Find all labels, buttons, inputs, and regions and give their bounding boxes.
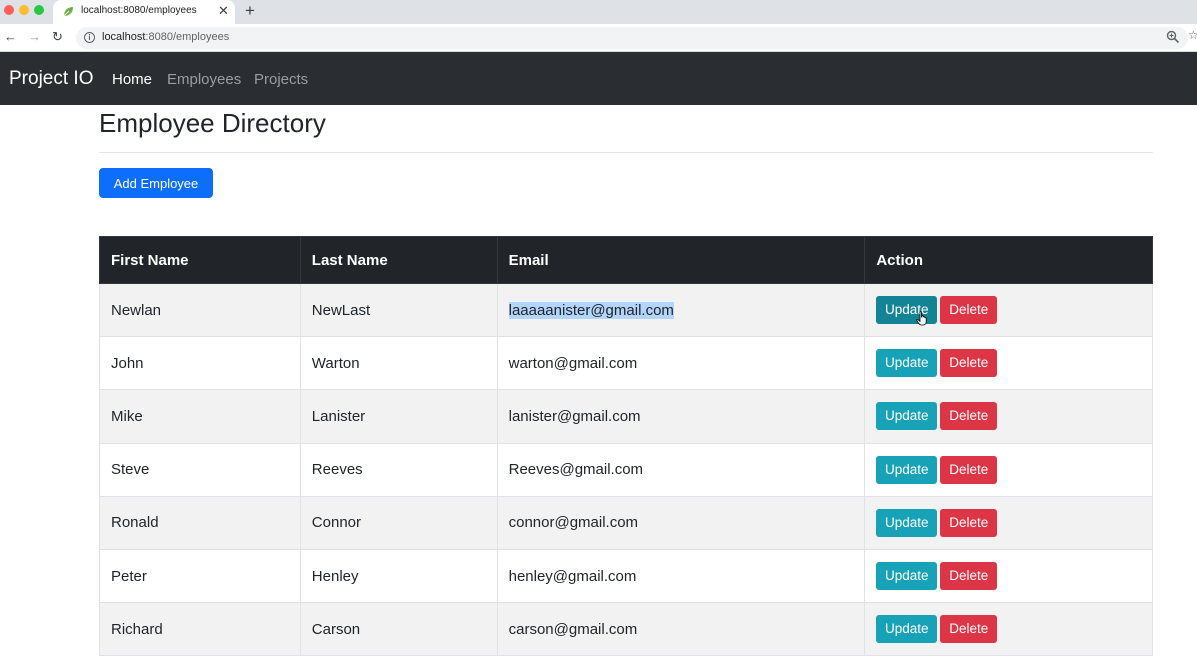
tab-title: localhost:8080/employees <box>81 5 197 16</box>
cell-last-name: Warton <box>299 336 498 391</box>
address-url[interactable]: localhost:8080/employees <box>102 31 229 43</box>
header-first-name: First Name <box>99 236 301 284</box>
browser-toolbar: ← → ↻ i localhost:8080/employees ☆ <box>0 24 1197 52</box>
update-button[interactable]: Update <box>876 455 938 484</box>
header-action: Action <box>864 236 1153 284</box>
delete-button[interactable]: Delete <box>940 296 998 325</box>
cell-email: Reeves@gmail.com <box>496 442 866 497</box>
cell-email: lanister@gmail.com <box>496 389 866 444</box>
cell-last-name: NewLast <box>299 282 498 338</box>
url-path: :8080/employees <box>145 31 230 43</box>
cell-actions: Update Delete <box>864 548 1153 604</box>
update-button[interactable]: Update <box>876 508 938 537</box>
header-last-name: Last Name <box>299 236 498 284</box>
update-button[interactable]: Update <box>876 349 938 378</box>
update-button[interactable]: Update <box>876 296 938 325</box>
browser-tab-strip: localhost:8080/employees ✕ + <box>0 0 1197 24</box>
cell-actions: Update Delete <box>864 495 1153 550</box>
cell-last-name: Henley <box>299 548 498 604</box>
add-employee-button[interactable]: Add Employee <box>99 168 213 198</box>
delete-button[interactable]: Delete <box>940 562 998 591</box>
cell-first-name: Ronald <box>99 495 301 550</box>
cell-last-name: Connor <box>299 495 498 550</box>
cell-first-name: Newlan <box>99 282 301 338</box>
url-host: localhost <box>102 31 146 43</box>
table-row: Newlan NewLast laaaaanister@gmail.com Up… <box>99 282 1153 338</box>
delete-button[interactable]: Delete <box>940 455 998 484</box>
cell-first-name: John <box>99 336 301 391</box>
table-header-row: First Name Last Name Email Action <box>99 236 1153 284</box>
table-row: Peter Henley henley@gmail.com Update Dele… <box>99 548 1153 604</box>
favicon-leaf-icon <box>63 7 73 17</box>
nav-link-employees[interactable]: Employees <box>167 71 241 88</box>
cell-actions: Update Delete <box>864 442 1153 497</box>
table-row: Richard Carson carson@gmail.com Update De… <box>99 602 1153 657</box>
cell-last-name: Carson <box>299 602 498 657</box>
employee-table: First Name Last Name Email Action Newlan… <box>99 236 1153 657</box>
cell-first-name: Steve <box>99 442 301 497</box>
cell-actions: Update Delete <box>864 389 1153 444</box>
cell-first-name: Mike <box>99 389 301 444</box>
nav-link-home[interactable]: Home <box>112 71 152 88</box>
title-divider <box>99 152 1153 153</box>
info-icon[interactable]: i <box>84 32 95 43</box>
cell-email: warton@gmail.com <box>496 336 866 391</box>
cell-actions: Update Delete <box>864 336 1153 391</box>
table-row: Ronald Connor connor@gmail.com Update Del… <box>99 495 1153 550</box>
update-button[interactable]: Update <box>876 402 938 431</box>
bookmark-star-icon[interactable]: ☆ <box>1188 28 1197 42</box>
cell-email: henley@gmail.com <box>496 548 866 604</box>
table-row: John Warton warton@gmail.com Update Delet… <box>99 336 1153 391</box>
reload-icon[interactable]: ↻ <box>52 28 63 46</box>
address-bar[interactable]: i localhost:8080/employees ☆ <box>76 27 1197 49</box>
cell-first-name: Peter <box>99 548 301 604</box>
table-row: Steve Reeves Reeves@gmail.com Update Dele… <box>99 442 1153 497</box>
cell-email: connor@gmail.com <box>496 495 866 550</box>
zoom-icon[interactable] <box>1166 30 1180 44</box>
cell-email: laaaaanister@gmail.com <box>496 282 866 338</box>
delete-button[interactable]: Delete <box>940 615 998 644</box>
delete-button[interactable]: Delete <box>940 402 998 431</box>
back-arrow-icon[interactable]: ← <box>4 28 17 46</box>
selected-email-text: laaaaanister@gmail.com <box>508 301 674 319</box>
update-button[interactable]: Update <box>876 562 938 591</box>
cell-actions: Update Delete <box>864 602 1153 657</box>
new-tab-icon[interactable]: + <box>245 1 255 21</box>
update-button[interactable]: Update <box>876 615 938 644</box>
nav-link-projects[interactable]: Projects <box>254 71 308 88</box>
window-zoom-dot[interactable] <box>34 5 44 15</box>
delete-button[interactable]: Delete <box>940 349 998 378</box>
table-row: Mike Lanister lanister@gmail.com Update D… <box>99 389 1153 444</box>
close-tab-icon[interactable]: ✕ <box>218 3 229 19</box>
navbar-brand[interactable]: Project IO <box>9 68 93 90</box>
forward-arrow-icon[interactable]: → <box>28 28 41 46</box>
app-navbar: Project IO Home Employees Projects <box>0 52 1197 105</box>
window-minimize-dot[interactable] <box>19 5 29 15</box>
cell-last-name: Reeves <box>299 442 498 497</box>
browser-tab[interactable]: localhost:8080/employees ✕ <box>53 0 235 24</box>
header-email: Email <box>496 236 866 284</box>
cell-first-name: Richard <box>99 602 301 657</box>
page-title: Employee Directory <box>99 108 326 138</box>
cell-email: carson@gmail.com <box>496 602 866 657</box>
cell-last-name: Lanister <box>299 389 498 444</box>
window-close-dot[interactable] <box>4 5 14 15</box>
cell-actions: Update Delete <box>864 282 1153 338</box>
delete-button[interactable]: Delete <box>940 508 998 537</box>
